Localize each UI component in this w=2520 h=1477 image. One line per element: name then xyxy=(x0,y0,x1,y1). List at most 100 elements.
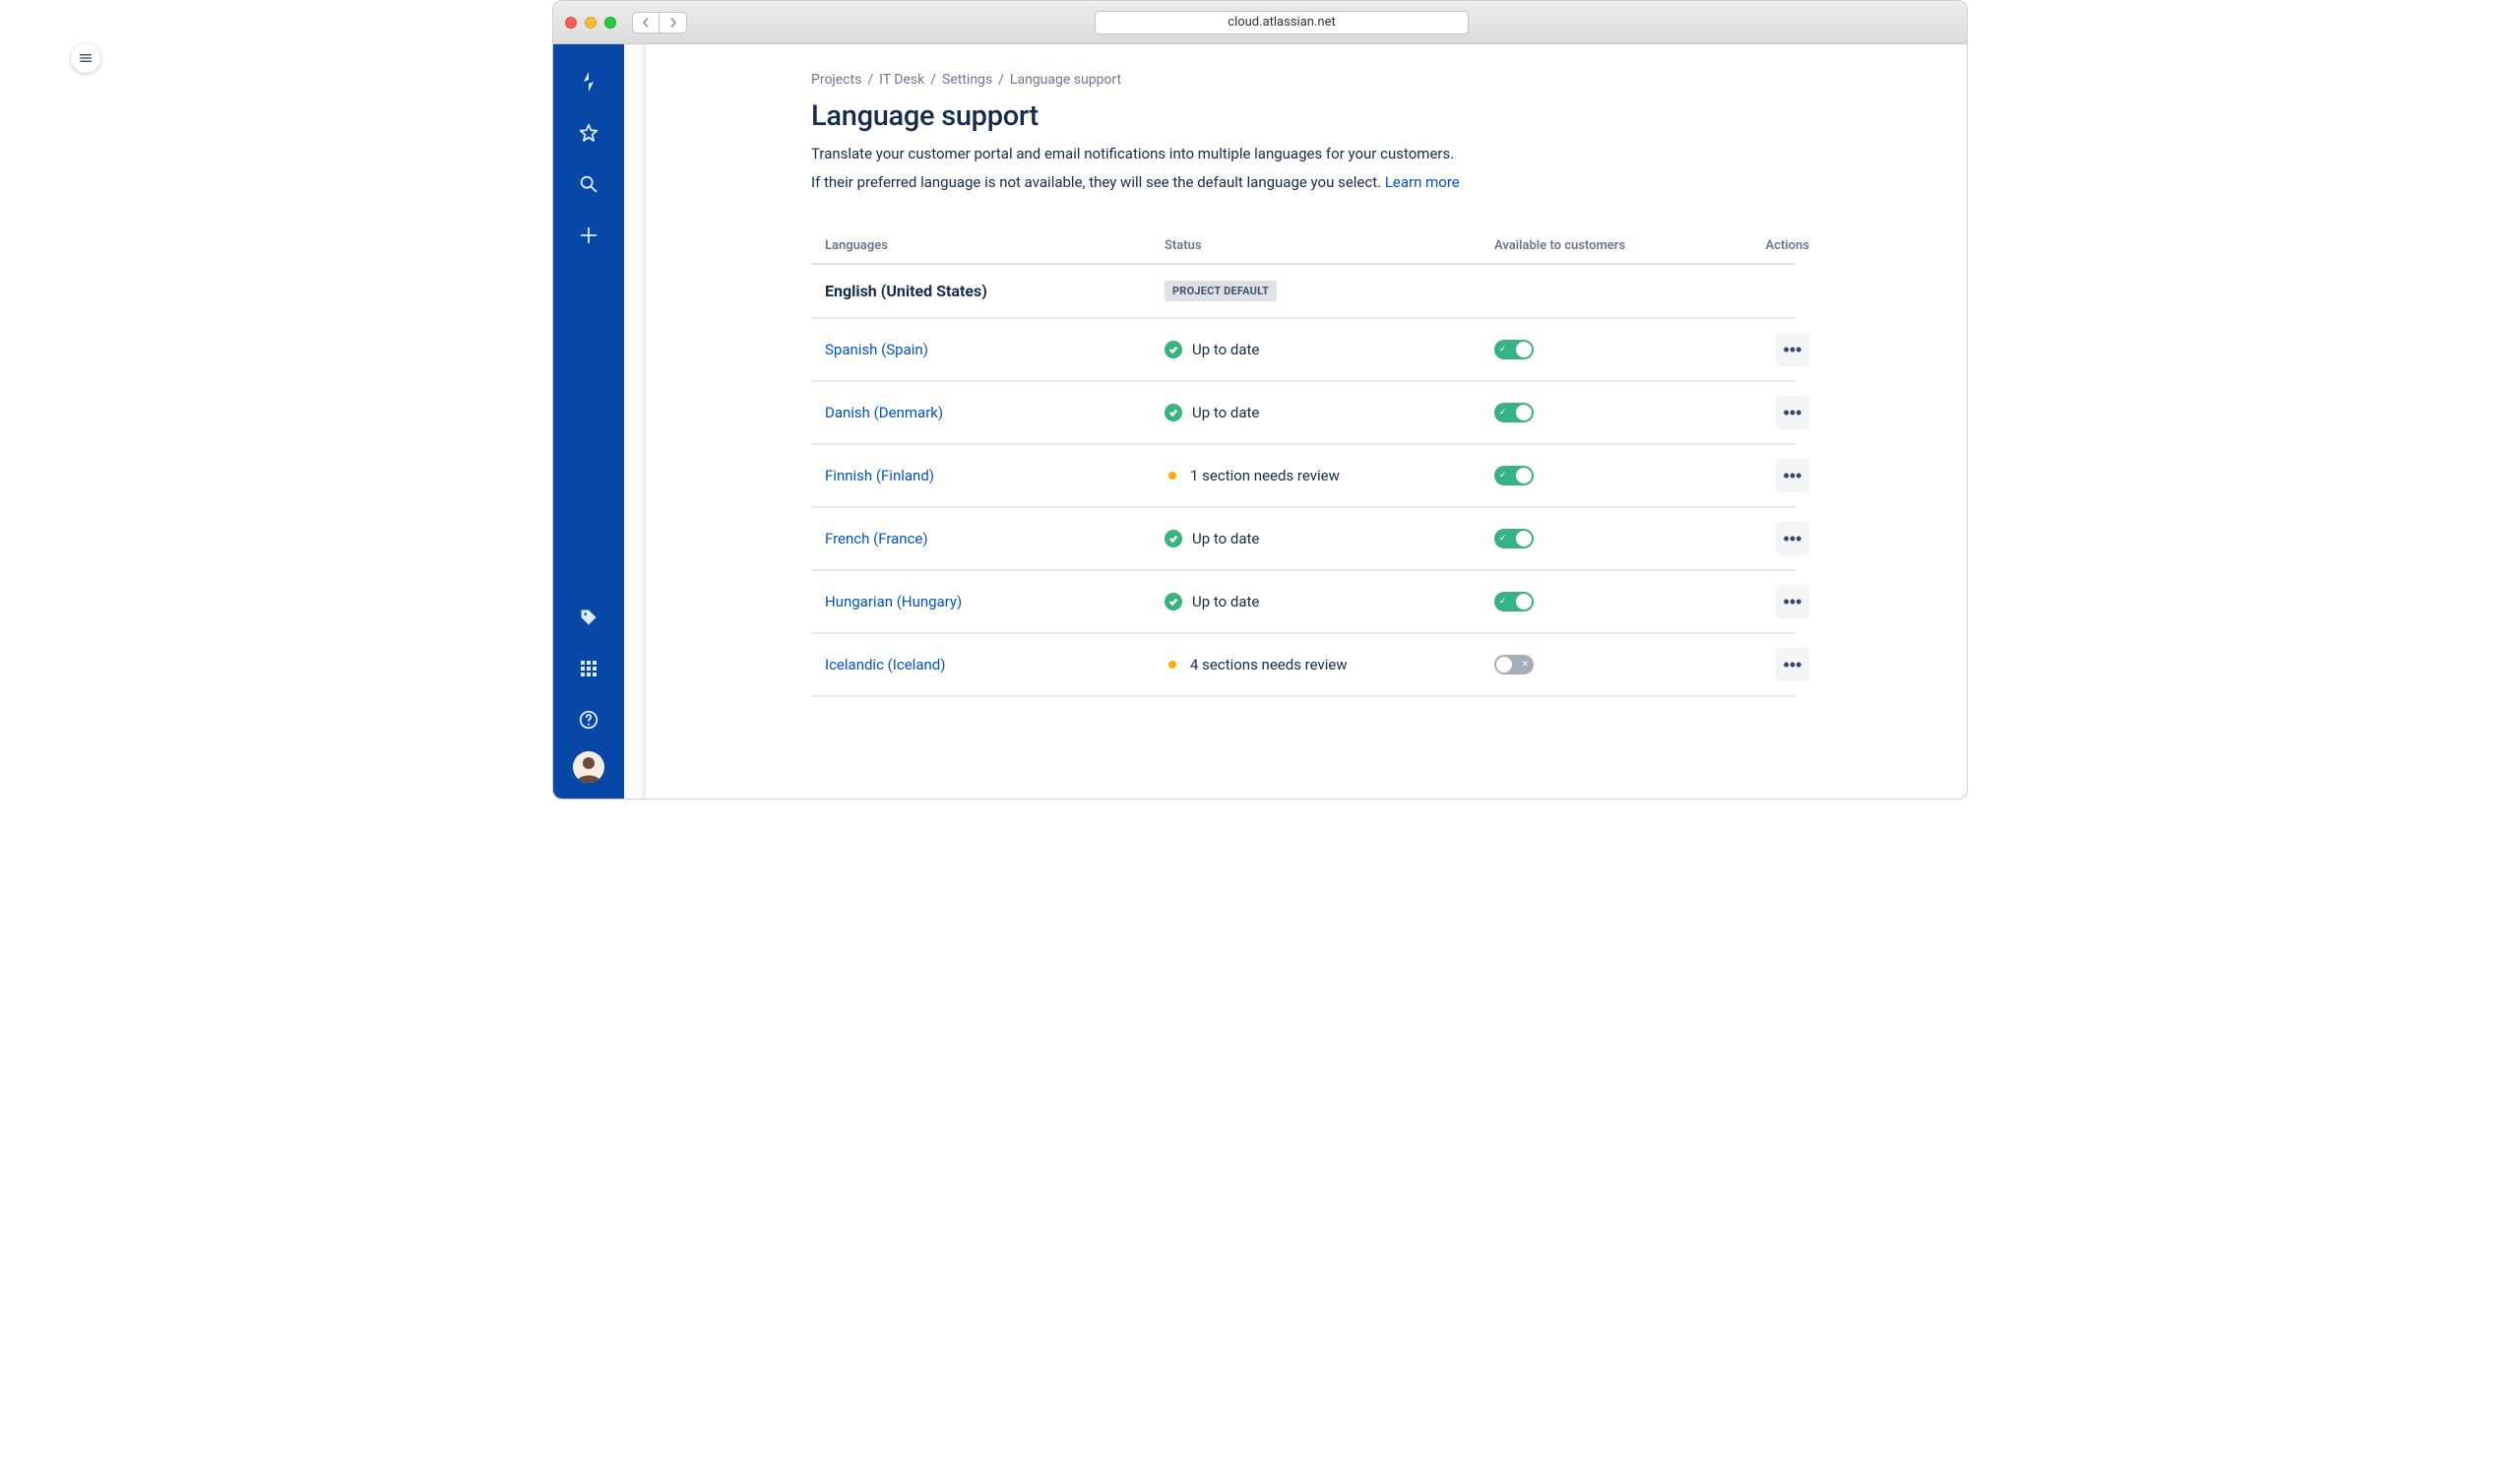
check-circle-icon xyxy=(1165,341,1182,358)
forward-button[interactable] xyxy=(660,12,687,33)
check-icon: ✓ xyxy=(1499,597,1507,607)
content: Projects / IT Desk / Settings / Language… xyxy=(553,44,1967,799)
availability-toggle[interactable]: ✕ xyxy=(1494,655,1534,674)
languages-table: Languages Status Available to customers … xyxy=(811,238,1796,697)
tag-icon xyxy=(579,608,598,627)
cross-icon: ✕ xyxy=(1521,660,1529,670)
status-text: 1 section needs review xyxy=(1190,467,1340,484)
warning-dot-icon xyxy=(1168,472,1176,480)
language-name-link[interactable]: Spanish (Spain) xyxy=(825,341,928,358)
check-icon: ✓ xyxy=(1499,534,1507,544)
more-actions-button[interactable]: ••• xyxy=(1776,585,1809,618)
main-content: Projects / IT Desk / Settings / Language… xyxy=(624,44,1967,799)
column-header-actions: Actions xyxy=(1750,238,1809,253)
breadcrumb-current: Language support xyxy=(1010,72,1121,88)
check-circle-icon xyxy=(1165,593,1182,610)
breadcrumb-item-projects[interactable]: Projects xyxy=(811,72,861,88)
product-logo-icon[interactable] xyxy=(569,62,608,101)
global-nav-rail xyxy=(553,44,624,799)
status-cell: Up to date xyxy=(1165,404,1494,421)
table-row: Finnish (Finland) 1 section needs review… xyxy=(811,445,1796,508)
status-cell: Up to date xyxy=(1165,341,1494,358)
project-default-badge: PROJECT DEFAULT xyxy=(1165,281,1277,301)
page-description-text: If their preferred language is not avail… xyxy=(811,173,1385,191)
more-actions-button[interactable]: ••• xyxy=(1776,396,1809,429)
browser-window: cloud.atlassian.net xyxy=(552,0,1968,800)
status-text: Up to date xyxy=(1192,530,1259,547)
language-name-link[interactable]: Finnish (Finland) xyxy=(825,467,934,484)
page-description-line1: Translate your customer portal and email… xyxy=(811,143,1908,165)
toggle-knob xyxy=(1516,594,1532,610)
availability-toggle[interactable]: ✓ xyxy=(1494,340,1534,359)
search-nav-item[interactable] xyxy=(569,164,608,204)
status-cell: 4 sections needs review xyxy=(1165,656,1494,674)
more-actions-button[interactable]: ••• xyxy=(1776,333,1809,366)
tag-nav-item[interactable] xyxy=(569,598,608,637)
status-text: 4 sections needs review xyxy=(1190,656,1348,674)
table-row: English (United States) PROJECT DEFAULT xyxy=(811,265,1796,319)
language-name-link[interactable]: French (France) xyxy=(825,530,928,547)
plus-icon xyxy=(578,225,599,246)
table-row: Spanish (Spain) Up to date ✓ ••• xyxy=(811,319,1796,382)
avatar-icon xyxy=(573,751,604,783)
status-cell: Up to date xyxy=(1165,530,1494,547)
create-nav-item[interactable] xyxy=(569,216,608,255)
minimize-window-button[interactable] xyxy=(585,17,597,29)
help-icon xyxy=(578,709,599,731)
window-controls xyxy=(565,17,616,29)
toggle-knob xyxy=(1496,657,1512,673)
collapsed-sidebar[interactable] xyxy=(624,44,646,799)
toggle-knob xyxy=(1516,342,1532,357)
toggle-knob xyxy=(1516,405,1532,420)
availability-toggle[interactable]: ✓ xyxy=(1494,466,1534,485)
chevron-left-icon xyxy=(641,18,651,28)
column-header-languages: Languages xyxy=(825,238,1165,253)
maximize-window-button[interactable] xyxy=(604,17,616,29)
more-actions-button[interactable]: ••• xyxy=(1776,459,1809,492)
profile-avatar[interactable] xyxy=(573,751,604,783)
check-icon: ✓ xyxy=(1499,471,1507,481)
titlebar: cloud.atlassian.net xyxy=(553,1,1967,44)
language-name-link[interactable]: Hungarian (Hungary) xyxy=(825,593,962,610)
close-window-button[interactable] xyxy=(565,17,577,29)
table-header-row: Languages Status Available to customers … xyxy=(811,238,1796,265)
more-actions-button[interactable]: ••• xyxy=(1776,648,1809,681)
learn-more-link[interactable]: Learn more xyxy=(1385,173,1460,191)
warning-dot-icon xyxy=(1168,661,1176,669)
page-description-line2: If their preferred language is not avail… xyxy=(811,171,1908,194)
help-nav-item[interactable] xyxy=(569,700,608,739)
status-cell: Up to date xyxy=(1165,593,1494,610)
page-title: Language support xyxy=(811,99,1908,133)
check-circle-icon xyxy=(1165,530,1182,547)
url-text: cloud.atlassian.net xyxy=(1228,15,1335,30)
check-icon: ✓ xyxy=(1499,408,1507,417)
language-name-default: English (United States) xyxy=(825,282,1165,300)
toggle-knob xyxy=(1516,531,1532,546)
search-icon xyxy=(578,173,599,195)
breadcrumb-separator: / xyxy=(998,72,1004,88)
breadcrumb-separator: / xyxy=(930,72,936,88)
column-header-status: Status xyxy=(1165,238,1494,253)
breadcrumb: Projects / IT Desk / Settings / Language… xyxy=(811,72,1908,88)
breadcrumb-item-itdesk[interactable]: IT Desk xyxy=(879,72,924,88)
availability-toggle[interactable]: ✓ xyxy=(1494,529,1534,548)
status-cell: 1 section needs review xyxy=(1165,467,1494,484)
toggle-knob xyxy=(1516,468,1532,483)
breadcrumb-item-settings[interactable]: Settings xyxy=(942,72,992,88)
table-row: Danish (Denmark) Up to date ✓ ••• xyxy=(811,382,1796,445)
apps-nav-item[interactable] xyxy=(569,649,608,688)
availability-toggle[interactable]: ✓ xyxy=(1494,403,1534,422)
star-nav-item[interactable] xyxy=(569,113,608,153)
table-row: Icelandic (Iceland) 4 sections needs rev… xyxy=(811,634,1796,697)
more-actions-button[interactable]: ••• xyxy=(1776,522,1809,555)
back-button[interactable] xyxy=(632,12,660,33)
availability-toggle[interactable]: ✓ xyxy=(1494,592,1534,611)
table-row: French (France) Up to date ✓ ••• xyxy=(811,508,1796,571)
status-text: Up to date xyxy=(1192,404,1259,421)
language-name-link[interactable]: Icelandic (Iceland) xyxy=(825,656,945,674)
url-bar[interactable]: cloud.atlassian.net xyxy=(1095,11,1469,34)
chevron-right-icon xyxy=(668,18,678,28)
status-text: Up to date xyxy=(1192,341,1259,358)
language-name-link[interactable]: Danish (Denmark) xyxy=(825,404,943,421)
jira-service-icon xyxy=(577,70,600,94)
